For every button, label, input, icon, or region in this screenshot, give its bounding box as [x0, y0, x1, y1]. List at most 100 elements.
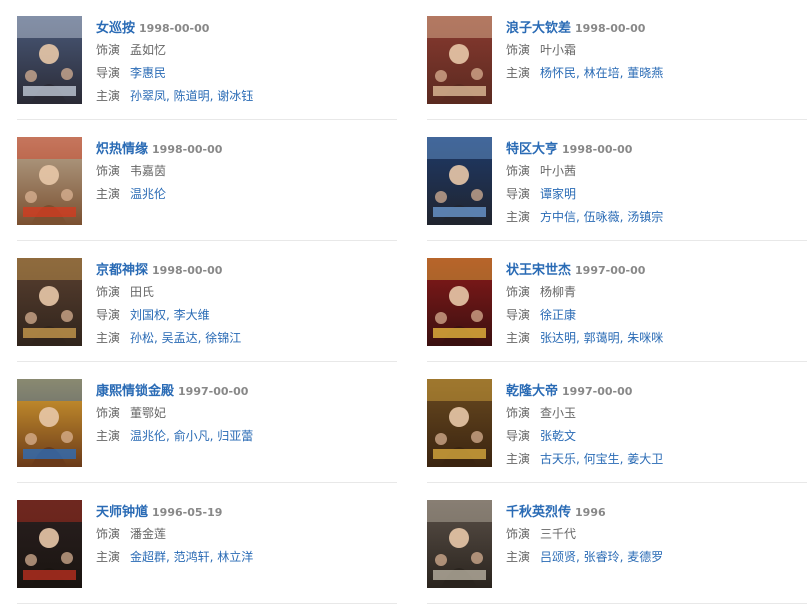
movie-poster[interactable]	[427, 16, 492, 104]
movie-poster[interactable]	[17, 137, 82, 225]
director-row-label: 导演	[96, 66, 121, 80]
movie-title-link[interactable]: 特区大亨	[506, 142, 558, 157]
release-date: 1998-00-00	[562, 143, 633, 156]
cast-row: 主演 金超群, 范鸿轩, 林立洋	[96, 548, 397, 566]
cast-row-value[interactable]: 温兆伦	[130, 187, 166, 201]
movie-item: 女巡按 1998-00-00 饰演 孟如忆 导演 李惠民 主演 孙翠凤, 陈道明, 谢冰钰	[17, 0, 397, 120]
movie-item: 特区大亨 1998-00-00 饰演 叶小茜导演 谭家明主演 方中信, 伍咏薇, 汤镇宗	[427, 121, 807, 241]
cast-row-label: 主演	[96, 429, 121, 443]
cast-row-value[interactable]: 温兆伦, 俞小凡, 归亚蕾	[130, 429, 253, 443]
director-row: 导演 谭家明	[506, 185, 807, 203]
role-row-value: 韦嘉茵	[130, 164, 167, 178]
movie-title-link[interactable]: 炽热情缘	[96, 142, 148, 157]
title-line: 特区大亨 1998-00-00	[506, 139, 807, 157]
movie-title-link[interactable]: 康熙情锁金殿	[96, 384, 174, 399]
director-row: 导演 张乾文	[506, 427, 807, 445]
director-row-value[interactable]: 徐正康	[540, 308, 576, 322]
role-row-label: 饰演	[96, 43, 121, 57]
cast-row-label: 主演	[506, 452, 531, 466]
movie-item: 天师钟馗 1996-05-19 饰演 潘金莲主演 金超群, 范鸿轩, 林立洋	[17, 484, 397, 604]
movie-poster[interactable]	[17, 258, 82, 346]
movie-poster[interactable]	[17, 379, 82, 467]
release-date: 1998-00-00	[575, 22, 646, 35]
role-row: 饰演 田氏	[96, 283, 397, 301]
cast-row-value[interactable]: 杨怀民, 林在培, 董晓燕	[540, 66, 663, 80]
cast-row-label: 主演	[506, 210, 531, 224]
cast-row: 主演 温兆伦, 俞小凡, 归亚蕾	[96, 427, 397, 445]
role-row-label: 饰演	[506, 43, 531, 57]
director-row-value[interactable]: 谭家明	[540, 187, 576, 201]
cast-row: 主演 方中信, 伍咏薇, 汤镇宗	[506, 208, 807, 226]
movie-poster[interactable]	[427, 379, 492, 467]
release-date: 1997-00-00	[178, 385, 249, 398]
title-line: 状王宋世杰 1997-00-00	[506, 260, 807, 278]
movie-title-link[interactable]: 天师钟馗	[96, 505, 148, 520]
role-row: 饰演 查小玉	[506, 404, 807, 422]
poster-image	[17, 258, 82, 346]
cast-row-value[interactable]: 吕颂贤, 张睿玲, 麦德罗	[540, 550, 663, 564]
role-row: 饰演 潘金莲	[96, 525, 397, 543]
poster-image	[427, 379, 492, 467]
movie-info: 炽热情缘 1998-00-00 饰演 韦嘉茵 主演 温兆伦	[96, 139, 397, 203]
role-row-label: 饰演	[96, 164, 121, 178]
role-row-value: 杨柳青	[540, 285, 577, 299]
movie-title-link[interactable]: 浪子大钦差	[506, 21, 571, 36]
movie-poster[interactable]	[17, 500, 82, 588]
director-row: 导演 刘国权, 李大维	[96, 306, 397, 324]
role-row: 饰演 三千代	[506, 525, 807, 543]
cast-row-value[interactable]: 金超群, 范鸿轩, 林立洋	[130, 550, 253, 564]
movie-title-link[interactable]: 乾隆大帝	[506, 384, 558, 399]
movie-item: 乾隆大帝 1997-00-00 饰演 查小玉 导演 张乾文 主演 古天乐, 何宝生, 姜大卫	[427, 363, 807, 483]
poster-image	[427, 16, 492, 104]
movie-info: 天师钟馗 1996-05-19 饰演 潘金莲主演 金超群, 范鸿轩, 林立洋	[96, 502, 397, 566]
role-row-label: 饰演	[96, 285, 121, 299]
director-row-label: 导演	[96, 308, 121, 322]
poster-image	[17, 379, 82, 467]
director-row: 导演 李惠民	[96, 64, 397, 82]
title-line: 浪子大钦差 1998-00-00	[506, 18, 807, 36]
cast-row-label: 主演	[506, 66, 531, 80]
movie-info: 状王宋世杰 1997-00-00 饰演 杨柳青 导演 徐正康 主演 张达明, 郭蔼明, 朱咪咪	[506, 260, 807, 347]
movie-item: 康熙情锁金殿 1997-00-00 饰演 董鄂妃主演 温兆伦, 俞小凡, 归亚蕾	[17, 363, 397, 483]
cast-row-value[interactable]: 方中信, 伍咏薇, 汤镇宗	[540, 210, 663, 224]
cast-row-value[interactable]: 孙松, 吴孟达, 徐锦江	[130, 331, 241, 345]
role-row-value: 田氏	[130, 285, 155, 299]
movie-item: 浪子大钦差 1998-00-00 饰演 叶小霜 主演 杨怀民, 林在培, 董晓燕	[427, 0, 807, 120]
movie-title-link[interactable]: 女巡按	[96, 21, 135, 36]
movie-poster[interactable]	[427, 137, 492, 225]
cast-row: 主演 孙翠凤, 陈道明, 谢冰钰	[96, 87, 397, 105]
title-line: 京都神探 1998-00-00	[96, 260, 397, 278]
movie-title-link[interactable]: 状王宋世杰	[506, 263, 571, 278]
title-line: 千秋英烈传 1996	[506, 502, 807, 520]
title-line: 康熙情锁金殿 1997-00-00	[96, 381, 397, 399]
role-row: 饰演 董鄂妃	[96, 404, 397, 422]
poster-image	[427, 500, 492, 588]
cast-row-value[interactable]: 张达明, 郭蔼明, 朱咪咪	[540, 331, 663, 345]
cast-row-value[interactable]: 古天乐, 何宝生, 姜大卫	[540, 452, 663, 466]
release-date: 1997-00-00	[575, 264, 646, 277]
movie-title-link[interactable]: 千秋英烈传	[506, 505, 571, 520]
release-date: 1998-00-00	[139, 22, 210, 35]
title-line: 天师钟馗 1996-05-19	[96, 502, 397, 520]
movie-info: 康熙情锁金殿 1997-00-00 饰演 董鄂妃主演 温兆伦, 俞小凡, 归亚蕾	[96, 381, 397, 445]
role-row-value: 潘金莲	[130, 527, 167, 541]
cast-row: 主演 张达明, 郭蔼明, 朱咪咪	[506, 329, 807, 347]
movie-info: 京都神探 1998-00-00 饰演 田氏 导演 刘国权, 李大维 主演 孙松, 吴孟达, 徐…	[96, 260, 397, 347]
movie-title-link[interactable]: 京都神探	[96, 263, 148, 278]
poster-image	[17, 137, 82, 225]
movie-poster[interactable]	[427, 500, 492, 588]
movie-poster[interactable]	[17, 16, 82, 104]
director-row-value[interactable]: 李惠民	[130, 66, 166, 80]
movie-info: 特区大亨 1998-00-00 饰演 叶小茜导演 谭家明主演 方中信, 伍咏薇, 汤镇宗	[506, 139, 807, 226]
release-date: 1998-00-00	[152, 264, 223, 277]
cast-row-value[interactable]: 孙翠凤, 陈道明, 谢冰钰	[130, 89, 253, 103]
cast-row-label: 主演	[96, 89, 121, 103]
movie-poster[interactable]	[427, 258, 492, 346]
role-row-value: 叶小茜	[540, 164, 577, 178]
release-date: 1998-00-00	[152, 143, 223, 156]
role-row-label: 饰演	[506, 164, 531, 178]
director-row-value[interactable]: 张乾文	[540, 429, 576, 443]
movie-info: 乾隆大帝 1997-00-00 饰演 查小玉 导演 张乾文 主演 古天乐, 何宝生, 姜大卫	[506, 381, 807, 468]
title-line: 女巡按 1998-00-00	[96, 18, 397, 36]
director-row-value[interactable]: 刘国权, 李大维	[130, 308, 210, 322]
